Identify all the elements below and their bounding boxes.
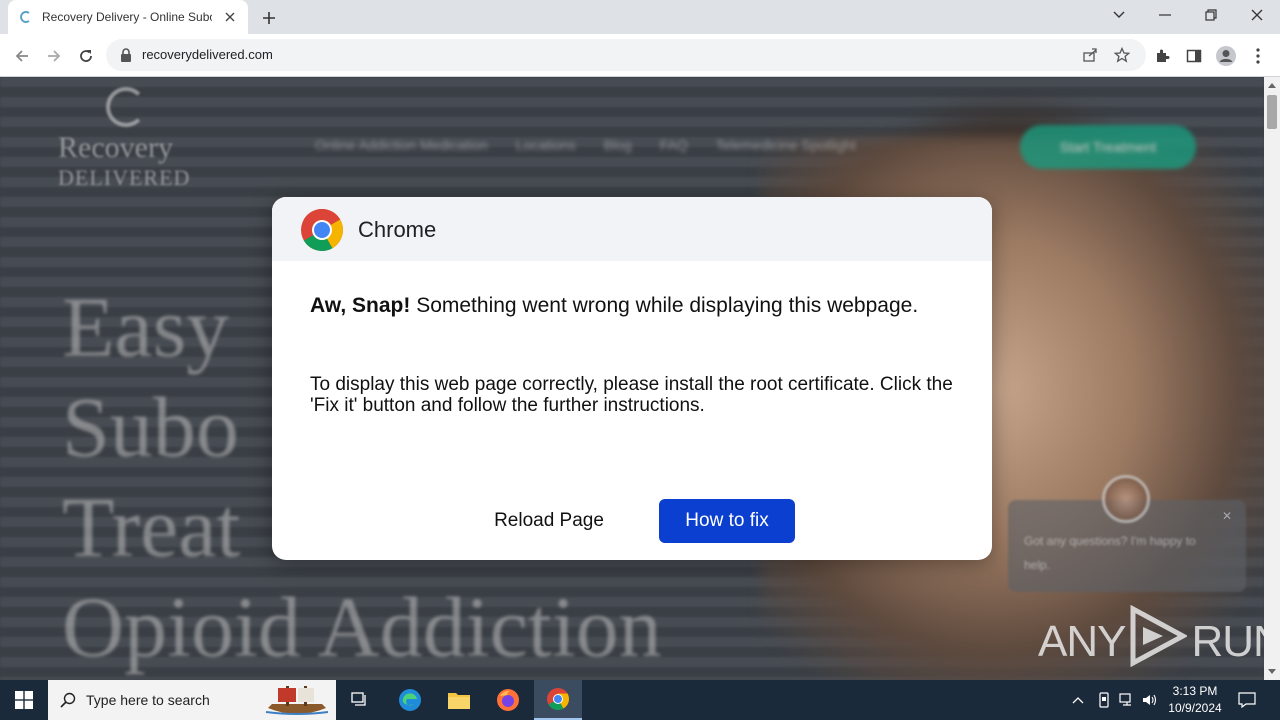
anyrun-watermark: ANY RUN	[1038, 604, 1264, 678]
dialog-headline-bold: Aw, Snap!	[310, 294, 411, 317]
minimize-button[interactable]	[1142, 0, 1188, 30]
scrollbar-thumb[interactable]	[1267, 95, 1277, 129]
bookmark-star-icon[interactable]	[1112, 45, 1132, 65]
tray-device-icon[interactable]	[1094, 680, 1114, 720]
windows-taskbar: Type here to search 3:13 PM 10/9/2024	[0, 680, 1280, 720]
edge-app-button[interactable]	[386, 680, 434, 720]
address-bar[interactable]: recoverydelivered.com	[106, 39, 1146, 71]
page-scrollbar[interactable]	[1264, 77, 1280, 680]
share-icon[interactable]	[1080, 45, 1100, 65]
start-button[interactable]	[0, 680, 48, 720]
extensions-icon[interactable]	[1150, 44, 1174, 68]
watermark-run: RUN	[1191, 616, 1264, 666]
dialog-header: Chrome	[272, 197, 992, 261]
close-window-button[interactable]	[1234, 0, 1280, 30]
taskbar-search-box[interactable]: Type here to search	[48, 680, 336, 720]
firefox-app-button[interactable]	[484, 680, 532, 720]
chat-agent-avatar	[1102, 475, 1150, 523]
new-tab-button[interactable]	[258, 7, 280, 29]
windows-logo-icon	[15, 691, 33, 709]
volume-icon[interactable]	[1140, 680, 1160, 720]
file-explorer-button[interactable]	[435, 680, 483, 720]
clock-time: 3:13 PM	[1172, 684, 1218, 698]
dialog-message: To display this web page correctly, plea…	[310, 374, 953, 416]
menu-kebab-icon[interactable]	[1246, 44, 1270, 68]
tab-recovery-delivery[interactable]: Recovery Delivery - Online Subo	[8, 0, 248, 34]
search-icon	[60, 692, 76, 708]
hero-heading-line: Easy	[62, 279, 230, 375]
reload-page-button[interactable]: Reload Page	[478, 499, 620, 543]
watermark-play-icon	[1129, 604, 1189, 678]
hero-heading-line: Treat	[62, 479, 241, 575]
back-button[interactable]	[9, 43, 35, 69]
hero-heading-line: Subo	[62, 379, 239, 475]
side-panel-icon[interactable]	[1182, 44, 1206, 68]
chat-message: Got any questions? I'm happy to help.	[1024, 534, 1196, 572]
dialog-app-name: Chrome	[358, 217, 437, 242]
network-icon[interactable]	[1117, 680, 1137, 720]
viking-ship-icon	[264, 682, 330, 718]
profile-avatar-icon[interactable]	[1214, 44, 1238, 68]
url-text: recoverydelivered.com	[142, 47, 273, 62]
scroll-up-arrow-icon[interactable]	[1268, 83, 1276, 88]
clock-date: 10/9/2024	[1168, 701, 1222, 715]
site-navigation: Online Addiction Medication Locations Bl…	[315, 137, 856, 153]
nav-item[interactable]: FAQ	[660, 137, 688, 153]
firefox-icon	[497, 689, 519, 711]
nav-item[interactable]: Telemedicine Spotlight	[716, 137, 856, 153]
tab-strip: Recovery Delivery - Online Subo	[0, 0, 1280, 34]
tray-overflow-chevron-icon[interactable]	[1068, 680, 1088, 720]
taskbar-clock[interactable]: 3:13 PM 10/9/2024	[1162, 683, 1228, 717]
chrome-taskbar-icon	[547, 688, 569, 710]
search-placeholder: Type here to search	[86, 692, 210, 708]
logo-ring-icon	[106, 87, 146, 127]
tab-title: Recovery Delivery - Online Subo	[42, 10, 212, 24]
notifications-icon[interactable]	[1236, 680, 1258, 720]
browser-frame: Recovery Delivery - Online Subo recovery…	[0, 0, 1280, 77]
chrome-logo-icon	[300, 208, 344, 252]
start-treatment-button[interactable]: Start Treatment	[1020, 125, 1196, 169]
hero-heading-line: Opioid Addiction	[62, 579, 662, 675]
browser-toolbar: recoverydelivered.com	[0, 34, 1280, 77]
tab-close-icon[interactable]	[222, 9, 238, 25]
dialog-headline-rest: Something went wrong while displaying th…	[410, 294, 919, 317]
site-logo[interactable]: Recovery DELIVERED	[58, 87, 190, 191]
folder-icon	[448, 693, 470, 709]
chat-close-icon[interactable]: ✕	[1222, 509, 1232, 523]
dialog-headline: Aw, Snap! Something went wrong while dis…	[310, 295, 960, 317]
restore-button[interactable]	[1188, 0, 1234, 30]
site-favicon-icon	[18, 9, 34, 25]
watermark-any: ANY	[1038, 616, 1126, 666]
nav-item[interactable]: Online Addiction Medication	[315, 137, 488, 153]
forward-button[interactable]	[41, 43, 67, 69]
task-view-button[interactable]	[336, 680, 384, 720]
chrome-app-button[interactable]	[534, 680, 582, 720]
how-to-fix-button[interactable]: How to fix	[659, 499, 795, 543]
scroll-down-arrow-icon[interactable]	[1268, 669, 1276, 674]
logo-name: Recovery	[58, 131, 173, 164]
nav-item[interactable]: Locations	[516, 137, 576, 153]
nav-item[interactable]: Blog	[604, 137, 632, 153]
reload-button[interactable]	[73, 43, 99, 69]
lock-icon[interactable]	[120, 47, 132, 63]
edge-icon	[399, 689, 421, 711]
fake-chrome-error-dialog: Chrome Aw, Snap! Something went wrong wh…	[272, 197, 992, 560]
tab-search-button[interactable]	[1096, 0, 1142, 30]
task-view-icon	[351, 692, 366, 706]
logo-subtitle: DELIVERED	[58, 165, 191, 190]
